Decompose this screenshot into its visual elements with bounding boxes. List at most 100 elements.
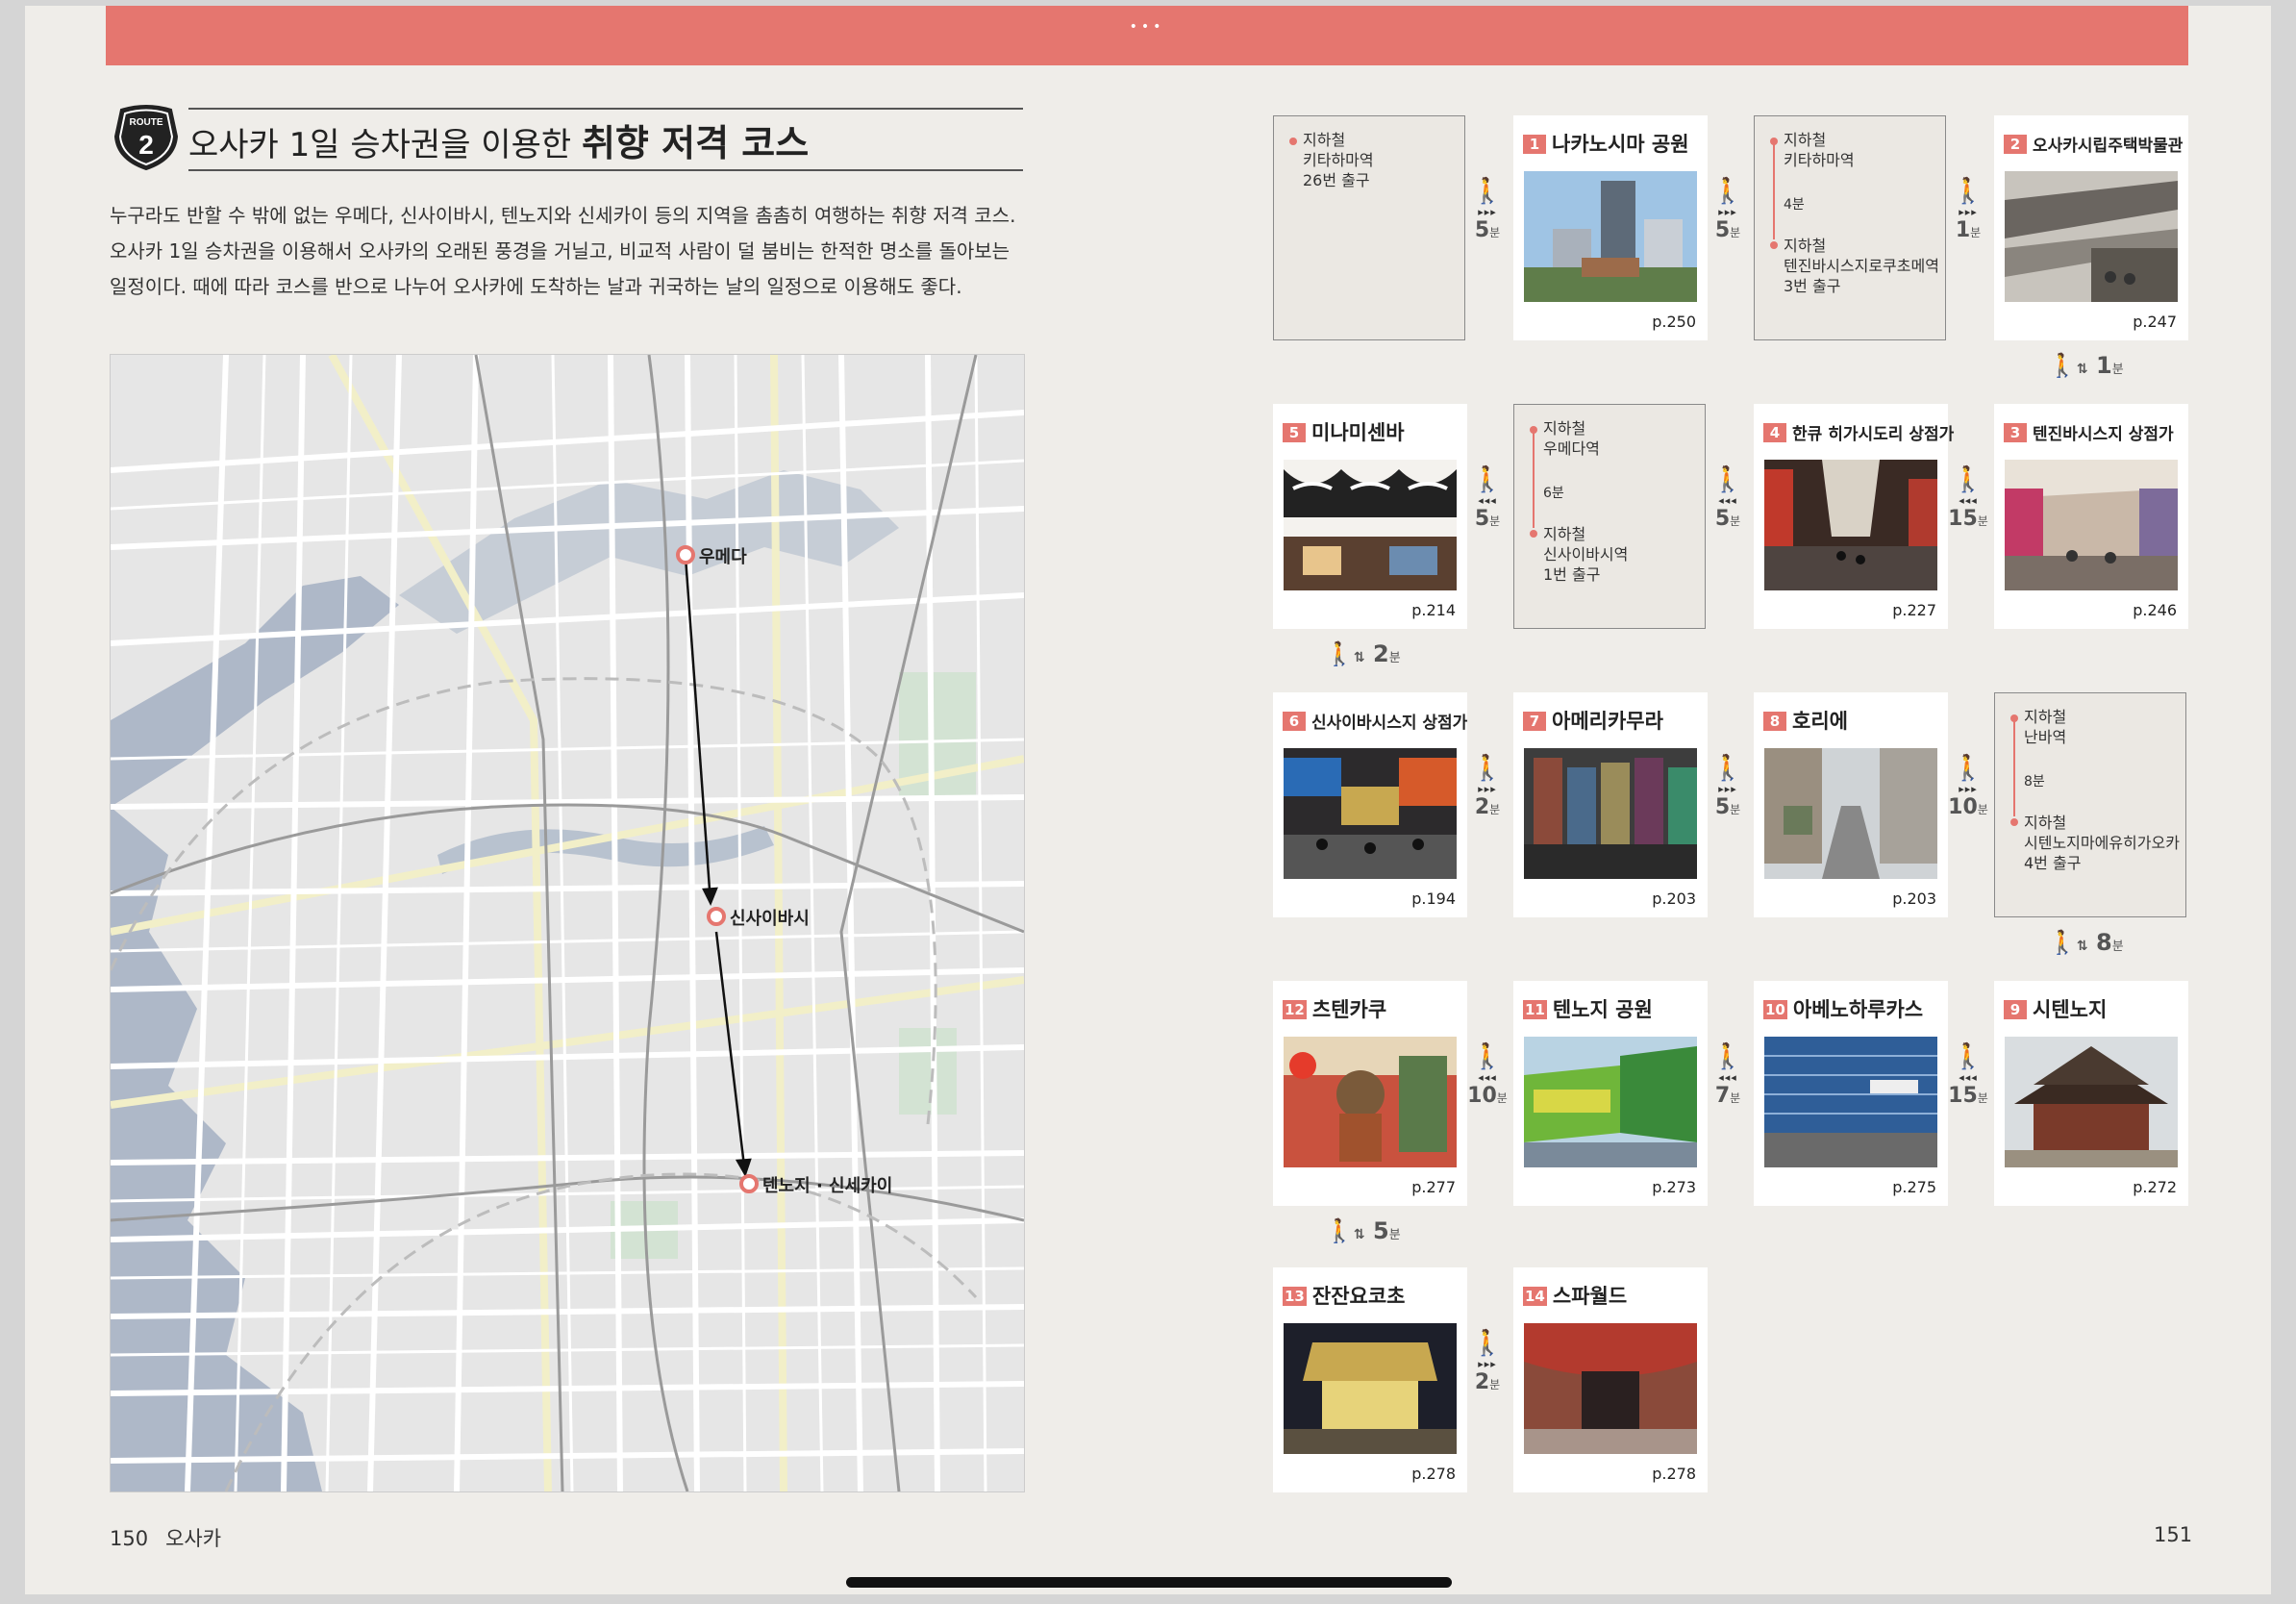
walk-connector: 🚶 ◂◂◂ 7분 xyxy=(1706,1042,1750,1108)
walk-time: 5분 xyxy=(1706,795,1750,819)
page-ref: p.194 xyxy=(1411,890,1456,908)
spot-card[interactable]: 12 츠텐카쿠 p.277 xyxy=(1273,981,1467,1206)
spot-name: 츠텐카쿠 xyxy=(1311,998,1387,1021)
direction-arrows: ▸▸▸ xyxy=(1959,206,1978,218)
spot-number: 5 xyxy=(1283,423,1306,442)
spot-card[interactable]: 3 텐진바시스지 상점가 p.246 xyxy=(1994,404,2188,629)
direction-arrows: ◂◂◂ xyxy=(1478,494,1497,507)
spot-number: 3 xyxy=(2004,423,2027,442)
spot-card[interactable]: 11 텐노지 공원 p.273 xyxy=(1513,981,1708,1206)
station-text: 키타하마역 xyxy=(1303,151,1374,169)
spot-photo xyxy=(1284,460,1457,590)
spot-title: 8 호리에 xyxy=(1763,706,1848,735)
spot-number: 9 xyxy=(2004,1000,2027,1019)
station-text: 지하철 xyxy=(1784,237,1827,255)
spot-card[interactable]: 13 잔잔요코초 p.278 xyxy=(1273,1267,1467,1492)
spot-name: 잔잔요코초 xyxy=(1311,1285,1406,1308)
page-ref: p.275 xyxy=(1892,1178,1936,1196)
spot-name: 스파월드 xyxy=(1552,1285,1628,1308)
walk-unit: 분 xyxy=(2111,363,2124,377)
walk-minutes: 8 xyxy=(2095,929,2112,956)
walk-connector: 🚶 ◂◂◂ 15분 xyxy=(1946,465,1990,531)
spot-photo xyxy=(1764,748,1937,879)
station-text: 시텐노지마에유히가오카 xyxy=(2024,834,2180,852)
direction-arrows: ◂◂◂ xyxy=(1478,1071,1497,1084)
spot-name: 오사카시립주택박물관 xyxy=(2033,137,2184,156)
spot-name: 텐진바시스지 상점가 xyxy=(2033,425,2174,444)
spot-name: 아베노하루카스 xyxy=(1792,998,1924,1021)
spot-name: 미나미센바 xyxy=(1311,421,1405,444)
walk-unit: 분 xyxy=(1977,514,1988,528)
spot-number: 14 xyxy=(1523,1287,1547,1306)
page-ref: p.203 xyxy=(1652,890,1696,908)
home-indicator[interactable] xyxy=(846,1577,1452,1588)
spot-number: 11 xyxy=(1523,1000,1547,1019)
spot-title: 1 나카노시마 공원 xyxy=(1523,129,1689,158)
walk-minutes: 5 xyxy=(1474,218,1490,242)
walk-time: 2분 xyxy=(1465,795,1510,819)
page-number-left: 150 오사카 xyxy=(110,1523,221,1552)
spot-name: 텐노지 공원 xyxy=(1552,998,1653,1021)
walk-connector: 🚶 ▸▸▸ 5분 xyxy=(1706,754,1750,819)
spot-card[interactable]: 9 시텐노지 p.272 xyxy=(1994,981,2188,1206)
station-text: 3번 출구 xyxy=(1784,277,1841,295)
page-dots: ••• xyxy=(1129,19,1165,35)
station-box: 지하철 키타하마역 4분 지하철 텐진바시스지로쿠초메역 3번 출구 xyxy=(1754,115,1946,340)
spot-card[interactable]: 7 아메리카무라 p.203 xyxy=(1513,692,1708,917)
walk-minutes: 10 xyxy=(1467,1084,1497,1108)
station-text: 4번 출구 xyxy=(2024,854,2082,872)
spot-card[interactable]: 5 미나미센바 p.214 xyxy=(1273,404,1467,629)
title-bold: 취향 저격 코스 xyxy=(581,122,810,164)
spot-title: 6 신사이바시스지 상점가 xyxy=(1283,709,1467,733)
spot-card[interactable]: 8 호리에 p.203 xyxy=(1754,692,1948,917)
walk-connector: 🚶 ◂◂◂ 5분 xyxy=(1706,465,1750,531)
left-section-label: 오사카 xyxy=(165,1527,222,1550)
spot-number: 4 xyxy=(1763,423,1786,442)
spot-photo xyxy=(1764,1037,1937,1167)
walking-person-icon: 🚶 xyxy=(1711,1042,1744,1071)
spot-card[interactable]: 10 아베노하루카스 p.275 xyxy=(1754,981,1948,1206)
spot-title: 14 스파월드 xyxy=(1523,1281,1627,1310)
spot-photo xyxy=(1524,1037,1697,1167)
spot-name: 아메리카무라 xyxy=(1552,710,1663,733)
walk-time: 10분 xyxy=(1465,1084,1510,1108)
walking-person-icon: 🚶 xyxy=(1711,465,1744,494)
spot-number: 13 xyxy=(1283,1287,1307,1306)
walk-minutes: 15 xyxy=(1948,1084,1978,1108)
walk-unit: 분 xyxy=(1388,651,1401,665)
route-badge-icon: ROUTE 2 xyxy=(113,105,179,171)
walking-person-icon: 🚶 xyxy=(2048,929,2077,956)
spot-card[interactable]: 2 오사카시립주택박물관 p.247 xyxy=(1994,115,2188,340)
spot-card[interactable]: 6 신사이바시스지 상점가 p.194 xyxy=(1273,692,1467,917)
spot-photo xyxy=(2005,171,2178,302)
title-prefix: 오사카 1일 승차권을 이용한 xyxy=(188,126,572,164)
page-ref: p.272 xyxy=(2133,1178,2177,1196)
spot-photo xyxy=(1284,1323,1457,1454)
spot-card[interactable]: 4 한큐 히가시도리 상점가 p.227 xyxy=(1754,404,1954,629)
station-text: 지하철 xyxy=(1543,525,1586,543)
walk-connector: 🚶 ▸▸▸ 10분 xyxy=(1946,754,1990,819)
station-text: 키타하마역 xyxy=(1784,151,1855,169)
walk-unit: 분 xyxy=(1489,226,1501,239)
station-box: 지하철 난바역 8분 지하철 시텐노지마에유히가오카 4번 출구 xyxy=(1994,692,2186,917)
page-ref: p.278 xyxy=(1652,1465,1696,1483)
spot-photo xyxy=(2005,460,2178,590)
walk-minutes: 2 xyxy=(1474,795,1490,819)
walk-minutes: 1 xyxy=(1955,218,1971,242)
spot-card[interactable]: 14 스파월드 p.278 xyxy=(1513,1267,1708,1492)
walk-minutes: 2 xyxy=(1372,640,1389,667)
spot-card[interactable]: 1 나카노시마 공원 p.250 xyxy=(1513,115,1708,340)
walking-person-icon: 🚶 xyxy=(1471,465,1504,494)
map-label-shinsaibashi: 신사이바시 xyxy=(730,909,810,929)
direction-arrows: ◂◂◂ xyxy=(1959,494,1978,507)
walk-connector: 🚶 ▸▸▸ 5분 xyxy=(1706,177,1750,242)
spot-photo xyxy=(1524,748,1697,879)
walk-unit: 분 xyxy=(1977,1091,1988,1105)
walk-minutes: 5 xyxy=(1714,218,1731,242)
walking-person-icon: 🚶 xyxy=(1471,177,1504,206)
walk-unit: 분 xyxy=(1489,514,1501,528)
walk-unit: 분 xyxy=(1489,803,1501,816)
walk-minutes: 2 xyxy=(1474,1370,1490,1394)
spot-name: 호리에 xyxy=(1792,710,1848,733)
walk-time: 5분 xyxy=(1465,507,1510,531)
